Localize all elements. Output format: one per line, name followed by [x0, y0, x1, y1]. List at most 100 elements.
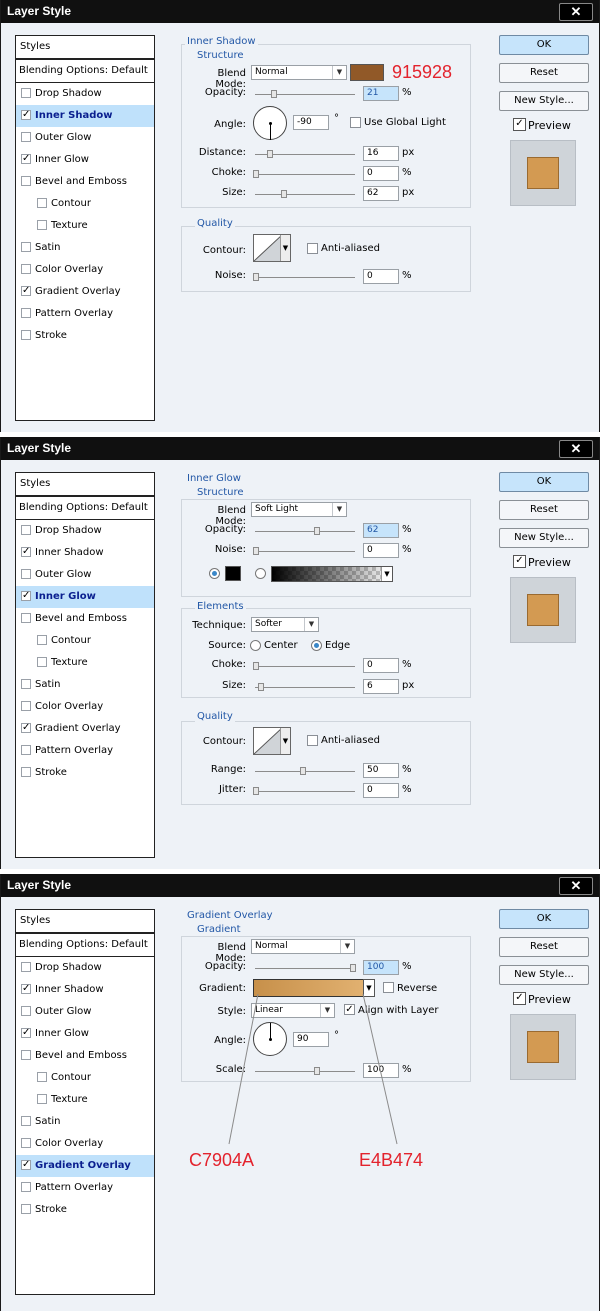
style-item-pattern-overlay[interactable]: Pattern Overlay — [16, 740, 154, 762]
glow-color-swatch[interactable] — [225, 566, 241, 581]
choke-slider-thumb[interactable] — [253, 170, 259, 178]
jitter-slider-thumb[interactable] — [253, 787, 259, 795]
source-edge-radio[interactable] — [311, 640, 322, 651]
preview-checkbox[interactable]: ✓ — [513, 555, 526, 568]
close-button[interactable]: ✕ — [559, 440, 593, 458]
size-slider-thumb[interactable] — [258, 683, 264, 691]
choke-input[interactable]: 0 — [363, 658, 399, 673]
contour-picker[interactable]: ▼ — [253, 234, 291, 262]
choke-slider[interactable] — [255, 666, 355, 667]
style-item-inner-shadow[interactable]: ✓ Inner Shadow — [16, 542, 154, 564]
style-checkbox[interactable] — [37, 220, 47, 230]
style-checkbox[interactable] — [21, 176, 31, 186]
size-slider[interactable] — [255, 687, 355, 688]
style-checkbox[interactable] — [21, 330, 31, 340]
reset-button[interactable]: Reset — [499, 63, 589, 83]
style-checkbox[interactable] — [37, 635, 47, 645]
choke-slider-thumb[interactable] — [253, 662, 259, 670]
style-checkbox[interactable]: ✓ — [21, 154, 31, 164]
style-item-texture[interactable]: Texture — [16, 215, 154, 237]
ok-button[interactable]: OK — [499, 909, 589, 929]
distance-slider-thumb[interactable] — [267, 150, 273, 158]
anti-aliased-checkbox[interactable] — [307, 243, 318, 254]
noise-slider[interactable] — [255, 551, 355, 552]
style-checkbox[interactable] — [21, 132, 31, 142]
style-checkbox[interactable] — [21, 264, 31, 274]
size-slider-thumb[interactable] — [281, 190, 287, 198]
opacity-input[interactable]: 21 — [363, 86, 399, 101]
styles-header[interactable]: Styles — [16, 36, 154, 60]
new-style-button[interactable]: New Style... — [499, 528, 589, 548]
source-center-radio[interactable] — [250, 640, 261, 651]
style-item-outer-glow[interactable]: Outer Glow — [16, 127, 154, 149]
use-global-light-checkbox[interactable] — [350, 117, 361, 128]
opacity-slider-thumb[interactable] — [314, 527, 320, 535]
style-item-inner-glow[interactable]: ✓ Inner Glow — [16, 586, 154, 608]
styles-header[interactable]: Styles — [16, 473, 154, 497]
opacity-slider[interactable] — [255, 94, 355, 95]
blend-mode-select[interactable]: Normal ▼ — [251, 65, 347, 80]
reset-button[interactable]: Reset — [499, 937, 589, 957]
style-checkbox[interactable] — [37, 657, 47, 667]
style-checkbox[interactable] — [21, 745, 31, 755]
style-checkbox[interactable] — [21, 308, 31, 318]
style-item-color-overlay[interactable]: Color Overlay — [16, 259, 154, 281]
style-item-outer-glow[interactable]: Outer Glow — [16, 564, 154, 586]
style-item-inner-glow[interactable]: ✓ Inner Glow — [16, 149, 154, 171]
blending-options-item[interactable]: Blending Options: Default — [16, 60, 154, 83]
solid-color-radio[interactable] — [209, 568, 220, 579]
style-checkbox[interactable]: ✓ — [21, 110, 31, 120]
angle-input[interactable]: -90 — [293, 115, 329, 130]
style-item-gradient-overlay[interactable]: ✓ Gradient Overlay — [16, 718, 154, 740]
opacity-input[interactable]: 62 — [363, 523, 399, 538]
style-checkbox[interactable] — [21, 569, 31, 579]
range-input[interactable]: 50 — [363, 763, 399, 778]
size-input[interactable]: 6 — [363, 679, 399, 694]
noise-input[interactable]: 0 — [363, 269, 399, 284]
style-item-contour[interactable]: Contour — [16, 193, 154, 215]
preview-checkbox[interactable]: ✓ — [513, 992, 526, 1005]
blending-options-item[interactable]: Blending Options: Default — [16, 497, 154, 520]
style-item-bevel-and-emboss[interactable]: Bevel and Emboss — [16, 171, 154, 193]
style-checkbox[interactable] — [21, 679, 31, 689]
style-item-drop-shadow[interactable]: Drop Shadow — [16, 520, 154, 542]
size-input[interactable]: 62 — [363, 186, 399, 201]
ok-button[interactable]: OK — [499, 35, 589, 55]
style-item-stroke[interactable]: Stroke — [16, 762, 154, 784]
opacity-slider-thumb[interactable] — [271, 90, 277, 98]
technique-select[interactable]: Softer ▼ — [251, 617, 319, 632]
noise-input[interactable]: 0 — [363, 543, 399, 558]
style-item-contour[interactable]: Contour — [16, 630, 154, 652]
gradient-radio[interactable] — [255, 568, 266, 579]
anti-aliased-checkbox[interactable] — [307, 735, 318, 746]
style-item-color-overlay[interactable]: Color Overlay — [16, 696, 154, 718]
new-style-button[interactable]: New Style... — [499, 91, 589, 111]
distance-input[interactable]: 16 — [363, 146, 399, 161]
style-checkbox[interactable] — [21, 242, 31, 252]
opacity-slider[interactable] — [255, 531, 355, 532]
style-checkbox[interactable]: ✓ — [21, 547, 31, 557]
style-item-bevel-and-emboss[interactable]: Bevel and Emboss — [16, 608, 154, 630]
noise-slider-thumb[interactable] — [253, 547, 259, 555]
style-checkbox[interactable] — [21, 525, 31, 535]
range-slider-thumb[interactable] — [300, 767, 306, 775]
style-checkbox[interactable] — [21, 613, 31, 623]
style-checkbox[interactable]: ✓ — [21, 723, 31, 733]
reset-button[interactable]: Reset — [499, 500, 589, 520]
choke-input[interactable]: 0 — [363, 166, 399, 181]
style-checkbox[interactable] — [21, 88, 31, 98]
new-style-button[interactable]: New Style... — [499, 965, 589, 985]
style-item-gradient-overlay[interactable]: ✓ Gradient Overlay — [16, 281, 154, 303]
style-item-texture[interactable]: Texture — [16, 652, 154, 674]
contour-picker[interactable]: ▼ — [253, 727, 291, 755]
noise-slider[interactable] — [255, 277, 355, 278]
noise-slider-thumb[interactable] — [253, 273, 259, 281]
jitter-input[interactable]: 0 — [363, 783, 399, 798]
jitter-slider[interactable] — [255, 791, 355, 792]
style-checkbox[interactable]: ✓ — [21, 286, 31, 296]
style-checkbox[interactable] — [37, 198, 47, 208]
style-item-drop-shadow[interactable]: Drop Shadow — [16, 83, 154, 105]
style-item-satin[interactable]: Satin — [16, 237, 154, 259]
blend-mode-select[interactable]: Soft Light ▼ — [251, 502, 347, 517]
glow-gradient-picker[interactable]: ▼ — [271, 566, 393, 582]
